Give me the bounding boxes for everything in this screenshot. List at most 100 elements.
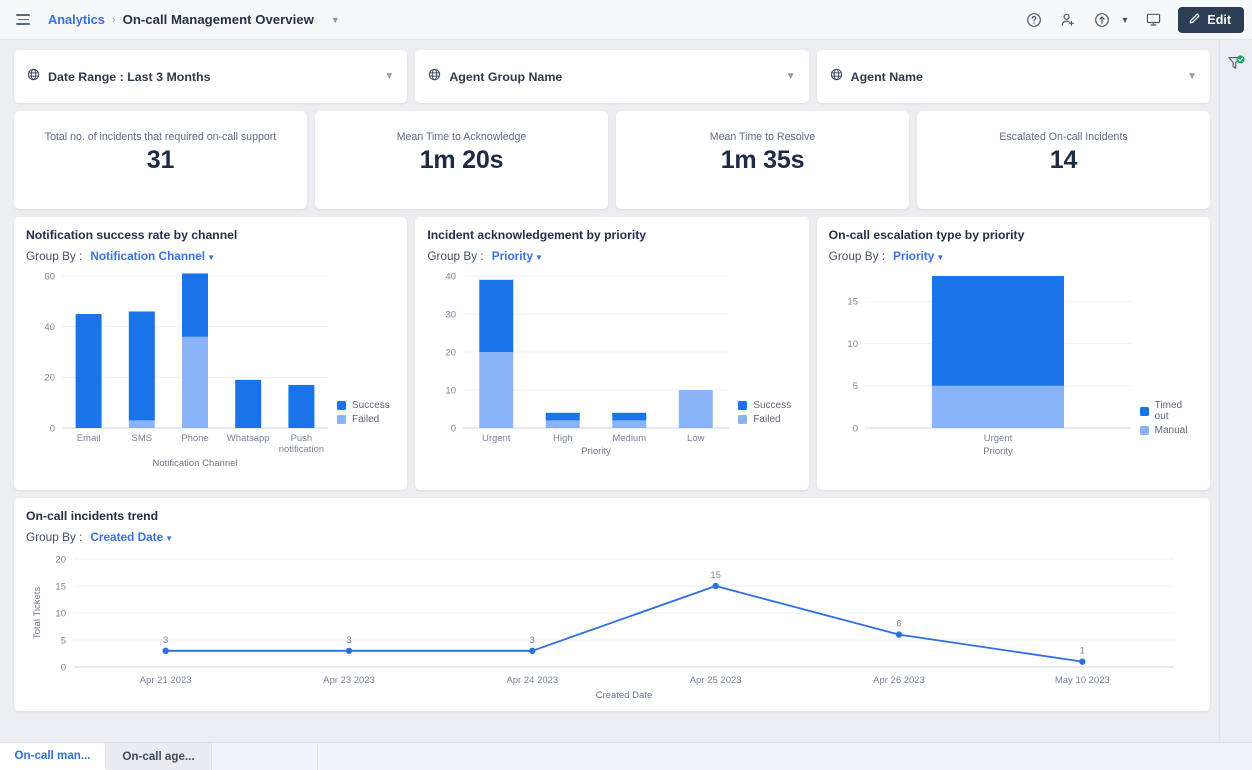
svg-text:Priority: Priority xyxy=(582,446,612,457)
chevron-down-icon[interactable]: ▼ xyxy=(384,71,394,82)
pencil-icon xyxy=(1188,12,1201,28)
svg-text:Notification Channel: Notification Channel xyxy=(152,458,237,469)
svg-text:Email: Email xyxy=(77,433,101,444)
svg-text:0: 0 xyxy=(61,662,66,673)
legend-swatch xyxy=(738,401,748,410)
filter-date-range[interactable]: Date Range : Last 3 Months ▼ xyxy=(14,50,408,103)
legend-label: Manual xyxy=(1154,425,1188,436)
svg-text:Medium: Medium xyxy=(613,433,647,444)
filter-agent-group-name[interactable]: Agent Group Name ▼ xyxy=(415,50,809,103)
group-by-control: Group By : Created Date ▼ xyxy=(26,530,1198,544)
edit-button[interactable]: Edit xyxy=(1178,6,1244,33)
bar-chart-svg: 0 10 20 30 40 Urgent High Medium Low Priority xyxy=(446,271,730,457)
add-user-icon[interactable] xyxy=(1053,5,1083,35)
chart-title: Incident acknowledgement by priority xyxy=(427,228,647,242)
chevron-down-icon[interactable]: ▼ xyxy=(1115,15,1134,25)
svg-text:10: 10 xyxy=(847,339,858,350)
chart-card-incident-ack: Incident acknowledgement by priority Gro… xyxy=(415,217,809,490)
help-circle-icon[interactable] xyxy=(1019,5,1049,35)
chevron-down-icon[interactable]: ▼ xyxy=(331,15,340,25)
group-by-control: Group By : Priority ▼ xyxy=(427,249,796,263)
svg-text:6: 6 xyxy=(896,619,901,630)
group-by-value[interactable]: Notification Channel ▼ xyxy=(90,249,215,263)
hamburger-icon[interactable] xyxy=(10,7,36,33)
group-by-value-text: Priority xyxy=(491,249,534,263)
breadcrumb-analytics[interactable]: Analytics xyxy=(48,12,105,27)
dashboard-canvas: Date Range : Last 3 Months ▼ Agent Group… xyxy=(0,40,1219,742)
group-by-label: Group By : xyxy=(26,249,83,263)
svg-text:Apr 24 2023: Apr 24 2023 xyxy=(506,675,558,686)
group-by-label: Group By : xyxy=(828,249,886,263)
share-upload-icon[interactable] xyxy=(1087,5,1117,35)
legend-item[interactable]: Success xyxy=(738,400,791,411)
filter-agent-name[interactable]: Agent Name ▼ xyxy=(816,50,1210,103)
svg-text:1: 1 xyxy=(1080,646,1085,657)
svg-text:20: 20 xyxy=(44,373,55,384)
svg-text:Priority: Priority xyxy=(983,446,1013,457)
svg-text:Urgent: Urgent xyxy=(482,433,511,444)
breadcrumb-separator: › xyxy=(111,13,116,26)
svg-text:5: 5 xyxy=(852,381,857,392)
monitor-icon[interactable] xyxy=(1138,5,1168,35)
svg-text:15: 15 xyxy=(55,581,66,592)
legend-label: Timed out xyxy=(1154,400,1183,422)
kpi-label: Total no. of incidents that required on-… xyxy=(44,131,277,143)
bottom-tab-bar: On-call man... On-call age... xyxy=(0,742,1252,770)
svg-text:Push: Push xyxy=(291,433,313,444)
kpi-card: Escalated On-call Incidents 14 xyxy=(917,111,1210,209)
group-by-value[interactable]: Created Date ▼ xyxy=(90,530,173,544)
caret-down-icon: ▼ xyxy=(535,253,543,262)
svg-text:5: 5 xyxy=(61,635,66,646)
kpi-label: Escalated On-call Incidents xyxy=(999,131,1128,143)
legend-label: Success xyxy=(352,400,390,411)
caret-down-icon: ▼ xyxy=(207,253,216,262)
svg-text:40: 40 xyxy=(44,322,55,333)
globe-icon xyxy=(830,68,843,86)
chart-title: On-call incidents trend xyxy=(26,509,159,523)
svg-text:40: 40 xyxy=(446,271,457,282)
filter-agent-group-label: Agent Group Name xyxy=(449,69,563,84)
group-by-value[interactable]: Priority ▼ xyxy=(492,249,543,263)
svg-text:Apr 25 2023: Apr 25 2023 xyxy=(690,675,742,686)
svg-text:3: 3 xyxy=(163,635,168,646)
chart-plot-area: 0 5 10 15 Urgent Priority Timed out Manual xyxy=(829,268,1198,486)
legend-label: Failed xyxy=(753,414,781,425)
svg-text:60: 60 xyxy=(44,271,55,282)
bar-chart-svg: 0 20 40 60 Email SMS Phone Whatsapp Pushnotifica… xyxy=(44,271,328,469)
svg-text:20: 20 xyxy=(446,347,457,358)
chevron-down-icon[interactable]: ▼ xyxy=(1187,71,1197,82)
caret-down-icon: ▼ xyxy=(936,253,945,262)
group-by-value[interactable]: Priority ▼ xyxy=(893,249,944,263)
svg-text:Apr 23 2023: Apr 23 2023 xyxy=(323,675,375,686)
legend-swatch xyxy=(337,415,346,424)
right-rail xyxy=(1219,40,1252,742)
bar-chart-svg: 0 5 10 15 Urgent Priority xyxy=(847,276,1131,457)
filter-bar: Date Range : Last 3 Months ▼ Agent Group… xyxy=(14,50,1210,103)
chart-title: Notification success rate by channel xyxy=(26,228,238,242)
legend-item[interactable]: Manual xyxy=(1139,425,1198,436)
svg-text:Apr 26 2023: Apr 26 2023 xyxy=(873,675,925,686)
svg-text:3: 3 xyxy=(346,635,351,646)
tab-on-call-agent[interactable]: On-call age... xyxy=(106,743,212,770)
breadcrumb: Analytics › On-call Management Overview … xyxy=(48,12,340,27)
svg-text:0: 0 xyxy=(852,423,857,434)
legend-item[interactable]: Success xyxy=(337,400,390,411)
filter-applied-icon[interactable] xyxy=(1225,53,1247,75)
svg-text:3: 3 xyxy=(530,635,535,646)
kpi-card: Mean Time to Resolve 1m 35s xyxy=(616,111,909,209)
svg-text:Apr 21 2023: Apr 21 2023 xyxy=(140,675,192,686)
chevron-down-icon[interactable]: ▼ xyxy=(786,71,796,82)
line-chart-svg: 0 5 10 15 20 Total Tickets 3 Apr 21 2023 3 Apr 23… xyxy=(32,554,1174,701)
kpi-value: 14 xyxy=(1049,146,1078,174)
caret-down-icon: ▼ xyxy=(165,534,174,543)
svg-text:10: 10 xyxy=(446,385,457,396)
legend-item[interactable]: Timed out xyxy=(1139,400,1198,422)
chart-legend: Success Failed xyxy=(738,400,791,425)
legend-swatch xyxy=(1139,406,1149,416)
tab-on-call-management[interactable]: On-call man... xyxy=(0,743,106,770)
svg-text:May 10 2023: May 10 2023 xyxy=(1055,675,1110,686)
chart-title: On-call escalation type by priority xyxy=(828,228,1025,242)
top-bar-actions: ▼ Edit xyxy=(1019,5,1244,35)
legend-item[interactable]: Failed xyxy=(337,414,390,425)
legend-item[interactable]: Failed xyxy=(738,414,791,425)
